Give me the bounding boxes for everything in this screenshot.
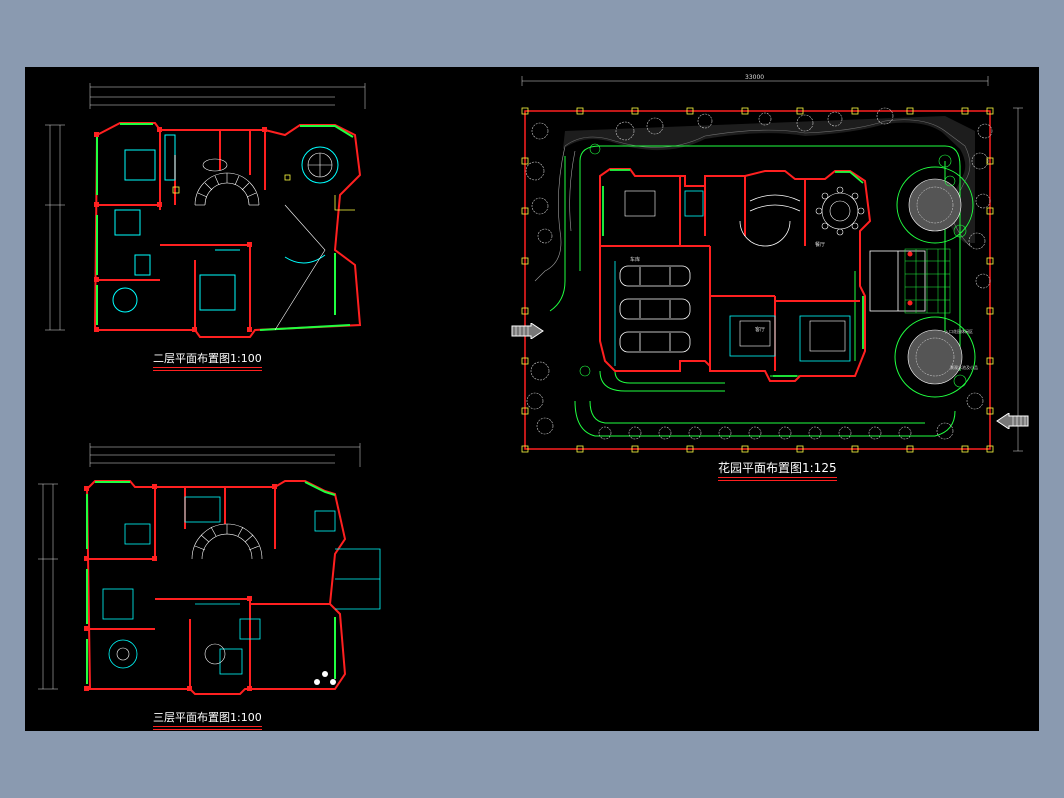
living-label: 客厅 bbox=[755, 326, 765, 333]
tree-symbol bbox=[838, 426, 852, 440]
tree-symbol bbox=[536, 417, 554, 435]
tree-symbol bbox=[778, 426, 792, 440]
garden-caption: 花园平面布置图1:125 bbox=[718, 459, 837, 481]
tree-symbol bbox=[628, 426, 642, 440]
tree-symbol bbox=[975, 273, 991, 289]
tree-symbol bbox=[537, 228, 553, 244]
tree-symbol bbox=[525, 161, 545, 181]
tree-symbol bbox=[966, 392, 984, 410]
second-floor-plan bbox=[45, 83, 366, 338]
tree-symbol bbox=[526, 392, 544, 410]
shrub-symbol bbox=[579, 365, 591, 377]
tree-symbol bbox=[898, 426, 912, 440]
garden-note-2: 景观水池及小品 bbox=[950, 364, 978, 370]
second-floor-caption: 二层平面布置图1:100 bbox=[153, 350, 262, 371]
tree-symbol bbox=[975, 193, 991, 209]
garden-note-1: 入口花园休闲区 bbox=[945, 328, 973, 334]
gravel-texture bbox=[563, 116, 975, 243]
entry-arrow-left bbox=[511, 323, 544, 339]
tree-symbol bbox=[658, 426, 672, 440]
entry-arrow-right bbox=[996, 413, 1029, 429]
tree-symbol bbox=[598, 426, 612, 440]
cad-drawing-canvas: 二层平面布置图1:100 三层平面布置图1:100 33000 车库 客厅 餐厅… bbox=[25, 67, 1039, 731]
tree-symbol bbox=[936, 422, 954, 440]
tree-symbol bbox=[688, 426, 702, 440]
third-floor-caption: 三层平面布置图1:100 bbox=[153, 709, 262, 730]
dining-label: 餐厅 bbox=[815, 241, 825, 248]
shrub-symbol bbox=[589, 143, 601, 155]
shrub-symbol bbox=[953, 374, 967, 388]
garden-width-dim: 33000 bbox=[745, 74, 764, 81]
tree-symbol bbox=[718, 426, 732, 440]
tree-symbol bbox=[808, 426, 822, 440]
garage-label: 车库 bbox=[630, 256, 640, 263]
tree-symbol bbox=[868, 426, 882, 440]
tree-symbol bbox=[531, 197, 549, 215]
third-floor-plan bbox=[38, 443, 381, 695]
garden-plan: 33000 车库 客厅 餐厅 入口花园休闲区 景观水池及小品 bbox=[521, 74, 1023, 453]
tree-symbol bbox=[531, 122, 549, 140]
tree-symbol bbox=[748, 426, 762, 440]
tree-symbol bbox=[530, 361, 550, 381]
